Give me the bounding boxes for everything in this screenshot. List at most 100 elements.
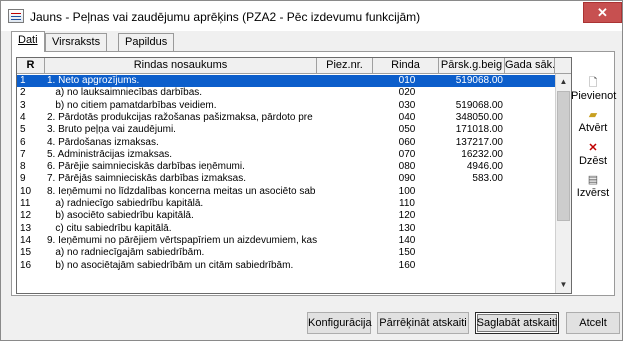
cell-parsk: [441, 198, 505, 210]
cell-parsk: 4946.00: [466, 161, 503, 173]
cell-name: a) no lauksaimniecības darbības.: [47, 87, 203, 99]
export-button-label: Izvērst: [576, 187, 610, 199]
tab-virsraksts[interactable]: Virsraksts: [45, 33, 108, 51]
cell-piez: [319, 87, 373, 99]
new-document-icon: 🗋: [588, 77, 598, 89]
cell-parsk: [441, 186, 505, 198]
title-bar: Jauns - Peļnas vai zaudējumu aprēķins (P…: [1, 1, 622, 31]
scroll-down-icon[interactable]: ▼: [556, 277, 571, 293]
scroll-up-icon[interactable]: ▲: [556, 74, 571, 90]
header-piez[interactable]: Piez.nr.: [317, 58, 373, 74]
cell-piez: [319, 198, 373, 210]
table-row[interactable]: 16 b) no asociētajām sabiedrībām un citā…: [17, 260, 555, 272]
table-row[interactable]: 6 4. Pārdošanas izmaksas. 060 137217.00: [17, 137, 555, 149]
cell-name: 6. Pārējie saimnieciskās darbības ieņēmu…: [47, 161, 245, 173]
report-window: Jauns - Peļnas vai zaudējumu aprēķins (P…: [0, 0, 623, 341]
header-rinda[interactable]: Rinda: [373, 58, 439, 74]
cell-name: c) citu sabiedrību kapitālā.: [47, 222, 172, 234]
header-parsk[interactable]: Pārsk.g.beig: [439, 58, 505, 74]
export-button[interactable]: ▤ Izvērst: [571, 173, 615, 199]
table-row[interactable]: 7 5. Administrācijas izmaksas. 070 16232.00: [17, 149, 555, 161]
cell-piez: [319, 247, 373, 259]
cell-parsk: 519068.00: [455, 99, 503, 111]
cell-gada: [507, 87, 555, 99]
configuration-button[interactable]: Konfigurācija: [307, 312, 372, 334]
cell-r: 10: [20, 185, 32, 197]
header-name[interactable]: Rindas nosaukums: [45, 58, 317, 74]
cell-piez: [319, 137, 373, 149]
cell-name: a) radniecīgo sabiedrību kapitālā.: [47, 198, 204, 209]
add-button[interactable]: 🗋 Pievienot: [571, 76, 617, 102]
cell-piez: [319, 186, 373, 198]
cell-r: 7: [20, 148, 26, 160]
expand-document-icon: ▤: [587, 174, 599, 186]
cell-parsk: [441, 247, 505, 259]
cell-r: 14: [20, 234, 32, 246]
cell-piez: [319, 75, 373, 87]
cancel-button[interactable]: Atcelt: [566, 312, 620, 334]
tab-dati-label: Dati: [18, 34, 38, 46]
cell-gada: [507, 186, 555, 198]
table-row[interactable]: 8 6. Pārējie saimnieciskās darbības ieņēm…: [17, 161, 555, 173]
report-grid: R Rindas nosaukums Piez.nr. Rinda Pārsk.…: [16, 57, 572, 294]
header-gada[interactable]: Gada sāk.: [505, 58, 555, 74]
cell-rinda: 010: [398, 75, 416, 86]
cell-rinda: 030: [398, 99, 416, 111]
delete-button-label: Dzēst: [578, 155, 608, 167]
table-row[interactable]: 1 1. Neto apgrozījums. 010 519068.00: [17, 75, 555, 87]
table-row[interactable]: 10 8. Ieņēmumi no līdzdalības koncerna me…: [17, 186, 555, 198]
table-row[interactable]: 3 b) no citiem pamatdarbības veidiem. 030…: [17, 100, 555, 112]
cell-parsk: 348050.00: [455, 111, 503, 123]
cell-gada: [507, 75, 555, 87]
delete-button[interactable]: ✕ Dzēst: [571, 141, 615, 167]
cell-name: 7. Pārējās saimnieciskās darbības izmaks…: [47, 173, 246, 185]
cell-r: 8: [20, 161, 26, 173]
cell-r: 11: [20, 198, 31, 209]
cell-gada: [507, 247, 555, 259]
cell-r: 6: [20, 136, 26, 148]
cell-r: 9: [20, 173, 26, 185]
cell-parsk: 16232.00: [461, 148, 503, 160]
save-report-button[interactable]: Saglabāt atskaiti: [475, 312, 559, 334]
cell-rinda: 060: [398, 136, 416, 148]
open-button[interactable]: ▰ Atvērt: [571, 108, 615, 134]
cell-gada: [507, 100, 555, 112]
recalculate-button[interactable]: Pārrēķināt atskaiti: [377, 312, 469, 334]
close-button[interactable]: ✕: [583, 2, 622, 23]
cell-rinda: 150: [398, 247, 416, 259]
cell-gada: [507, 149, 555, 161]
table-row[interactable]: 5 3. Bruto peļņa vai zaudējumi. 050 171018.…: [17, 124, 555, 136]
cell-parsk: 519068.00: [455, 75, 503, 86]
cell-name: 4. Pārdošanas izmaksas.: [47, 136, 159, 148]
cell-parsk: [441, 260, 505, 272]
table-row[interactable]: 9 7. Pārējās saimnieciskās darbības izmak…: [17, 173, 555, 185]
table-row[interactable]: 12 b) asociēto sabiedrību kapitālā. 120: [17, 210, 555, 222]
cell-piez: [319, 260, 373, 272]
app-icon: [8, 9, 24, 23]
cell-parsk: [441, 223, 505, 235]
table-row[interactable]: 4 2. Pārdotās produkcijas ražošanas pašiz…: [17, 112, 555, 124]
cell-rinda: 110: [399, 198, 415, 209]
cell-rinda: 130: [398, 222, 416, 234]
cell-piez: [319, 124, 373, 136]
tab-papildus-label: Papildus: [125, 36, 168, 48]
tab-dati[interactable]: Dati: [11, 31, 45, 52]
tab-papildus[interactable]: Papildus: [118, 33, 175, 51]
cell-gada: [507, 210, 555, 222]
table-row[interactable]: 15 a) no radniecīgajām sabiedrībām. 150: [17, 247, 555, 259]
add-button-label: Pievienot: [571, 90, 617, 102]
cell-piez: [319, 210, 373, 222]
cell-rinda: 050: [398, 124, 416, 136]
table-row[interactable]: 2 a) no lauksaimniecības darbības. 020: [17, 87, 555, 99]
scroll-thumb[interactable]: [557, 91, 570, 221]
cell-name: b) asociēto sabiedrību kapitālā.: [47, 210, 194, 222]
cell-gada: [507, 260, 555, 272]
cell-parsk: [441, 210, 505, 222]
table-row[interactable]: 11 a) radniecīgo sabiedrību kapitālā. 110: [17, 198, 555, 210]
vertical-scrollbar[interactable]: ▲ ▼: [555, 74, 571, 293]
cell-piez: [319, 149, 373, 161]
cell-gada: [507, 124, 555, 136]
table-row[interactable]: 13 c) citu sabiedrību kapitālā. 130: [17, 223, 555, 235]
header-r[interactable]: R: [17, 58, 45, 74]
table-row[interactable]: 14 9. Ieņēmumi no pārējiem vērtspapīriem …: [17, 235, 555, 247]
